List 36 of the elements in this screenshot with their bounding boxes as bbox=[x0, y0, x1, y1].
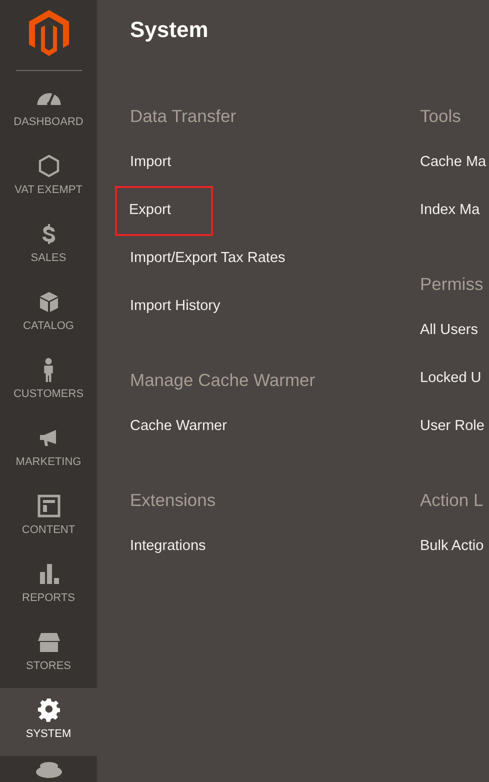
dashboard-icon bbox=[36, 92, 60, 104]
nav-item[interactable]: SYSTEM bbox=[0, 688, 97, 756]
nav-item[interactable]: SALES bbox=[0, 212, 97, 280]
menu-link[interactable]: Export bbox=[117, 188, 211, 234]
section-heading: Data Transfer bbox=[130, 105, 236, 128]
menu-link[interactable]: Import bbox=[130, 138, 172, 186]
section-heading: Extensions bbox=[130, 489, 216, 512]
storefront-icon bbox=[36, 630, 60, 654]
logo-icon[interactable] bbox=[28, 10, 68, 56]
menu-link[interactable]: User Role bbox=[420, 402, 484, 450]
nav-item[interactable]: STORES bbox=[0, 620, 97, 688]
nav-item[interactable]: DASHBOARD bbox=[0, 76, 97, 144]
section-heading: Manage Cache Warmer bbox=[130, 369, 316, 392]
menu-link[interactable]: All Users bbox=[420, 306, 478, 354]
nav-item[interactable]: MARKETING bbox=[0, 416, 97, 484]
person-icon bbox=[44, 358, 53, 382]
menu-link[interactable]: Import/Export Tax Rates bbox=[130, 234, 286, 282]
section-heading: Action L bbox=[420, 489, 484, 512]
menu-link[interactable]: Locked U bbox=[420, 354, 482, 402]
menu-link[interactable]: Cache Ma bbox=[420, 138, 486, 186]
settings-icon bbox=[36, 698, 60, 722]
hexagon-icon bbox=[36, 154, 60, 178]
section-heading: Permiss bbox=[420, 273, 484, 296]
nav-item[interactable]: REPORTS bbox=[0, 552, 97, 620]
nav-item[interactable]: CUSTOMERS bbox=[0, 348, 97, 416]
menu-link[interactable]: Cache Warmer bbox=[130, 402, 227, 450]
nav-item[interactable]: CATALOG bbox=[0, 280, 97, 348]
page-title: System bbox=[130, 16, 210, 44]
menu-link[interactable]: Import History bbox=[130, 282, 220, 330]
nav-item[interactable]: VAT EXEMPT bbox=[0, 144, 97, 212]
nav-item[interactable]: CONTENT bbox=[0, 484, 97, 552]
menu-link[interactable]: Bulk Actio bbox=[420, 522, 484, 570]
menu-link[interactable]: Index Ma bbox=[420, 186, 480, 234]
section-heading: Tools bbox=[420, 105, 461, 128]
layout-icon bbox=[36, 494, 60, 518]
menu-link[interactable]: Integrations bbox=[130, 522, 206, 570]
